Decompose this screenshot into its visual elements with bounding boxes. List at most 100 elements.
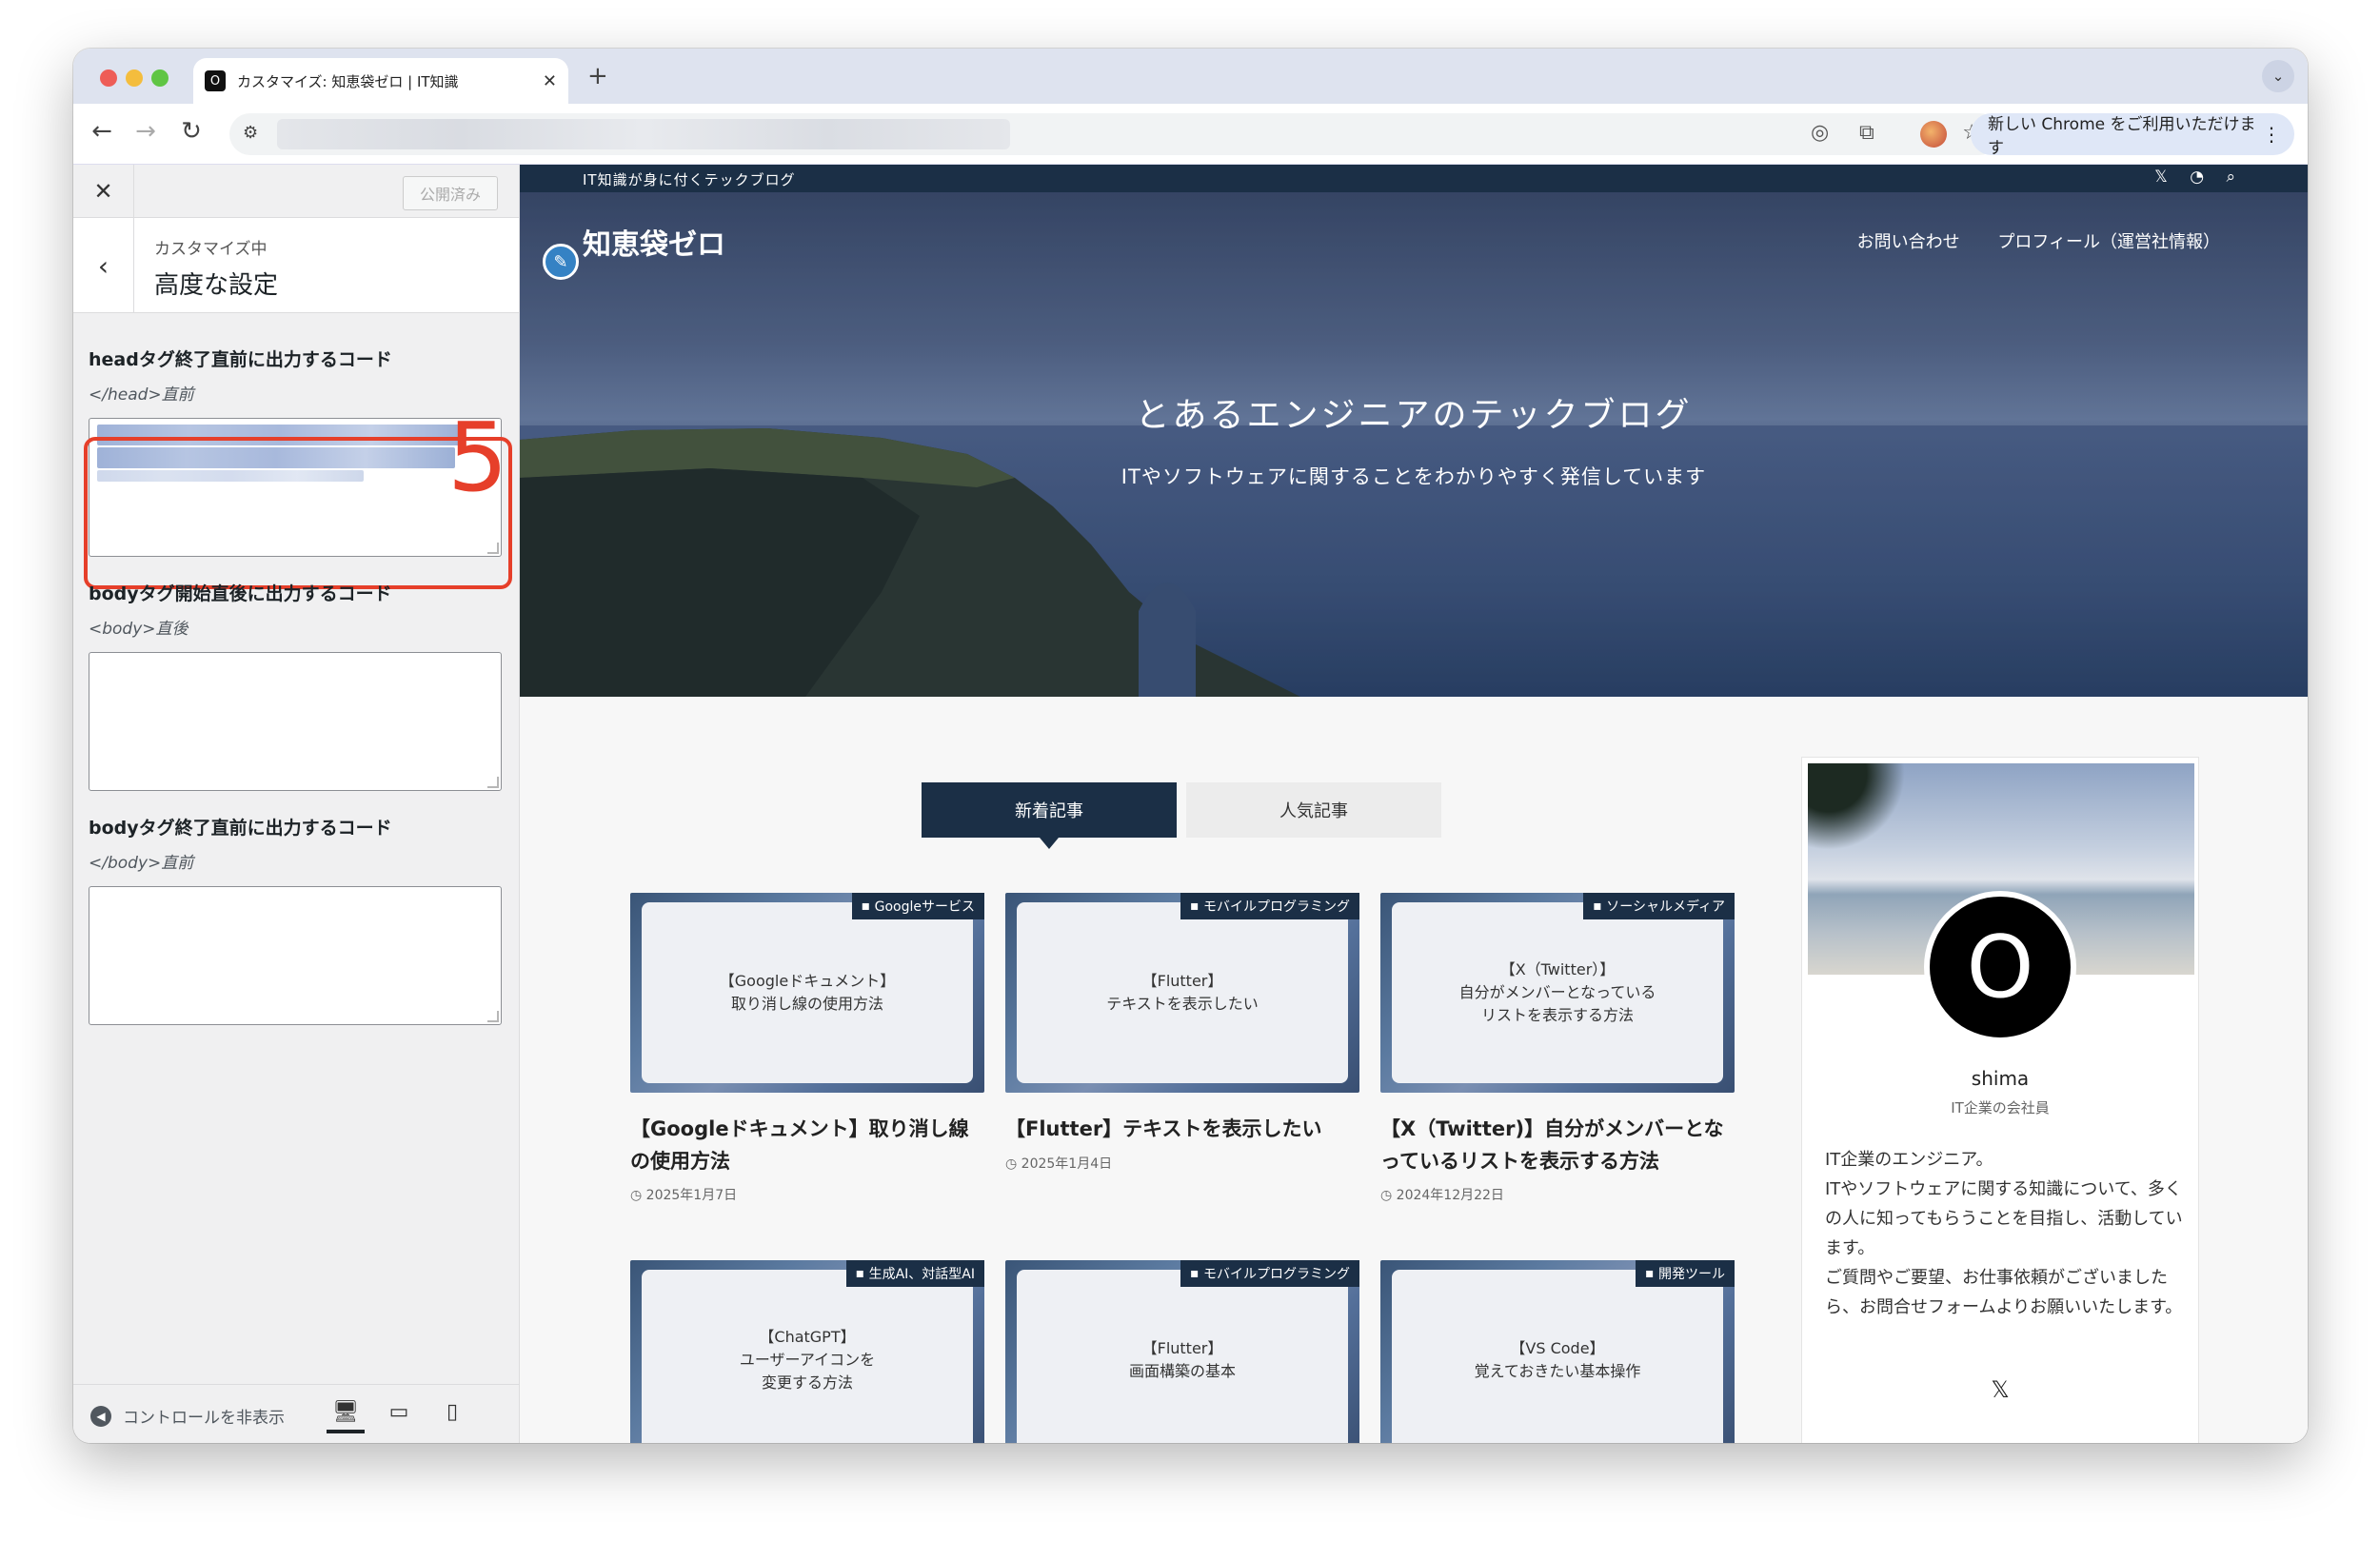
category-badge: ▪ モバイルプログラミング xyxy=(1180,893,1359,919)
thumbnail-text: 【Googleドキュメント】 取り消し線の使用方法 xyxy=(642,902,973,1083)
published-button[interactable]: 公開済み xyxy=(403,176,498,210)
mobile-preview-icon[interactable]: ▯ xyxy=(433,1400,471,1424)
hide-controls-label: コントロールを非表示 xyxy=(123,1409,285,1428)
thumbnail-text: 【VS Code】 覚えておきたい基本操作 xyxy=(1392,1270,1723,1443)
tab-new-articles[interactable]: 新着記事 xyxy=(922,782,1177,849)
window-zoom-button[interactable] xyxy=(151,69,169,87)
category-badge: ▪ ソーシャルメディア xyxy=(1583,893,1735,919)
control-body-close-code: bodyタグ終了直前に出力するコード </body>直前 xyxy=(89,814,504,1025)
nav-item-contact[interactable]: お問い合わせ xyxy=(1857,232,1960,252)
palm-tree-image xyxy=(1808,763,1913,868)
article-card[interactable]: 【Flutter】 テキストを表示したい ▪ モバイルプログラミング 【Flut… xyxy=(1005,893,1359,1173)
date-label: 2024年12月22日 xyxy=(1396,1188,1504,1204)
hide-controls-button[interactable]: ◀ コントロールを非表示 xyxy=(90,1404,285,1428)
article-thumbnail[interactable]: 【VS Code】 覚えておきたい基本操作 ▪ 開発ツール xyxy=(1380,1260,1735,1443)
thumbnail-text: 【ChatGPT】 ユーザーアイコンを 変更する方法 xyxy=(642,1270,973,1443)
x-social-icon[interactable]: 𝕏 xyxy=(1802,1376,2198,1403)
tab-strip: O カスタマイズ: 知恵袋ゼロ | IT知識 ✕ + ⌄ xyxy=(73,49,2308,104)
article-card[interactable]: 【VS Code】 覚えておきたい基本操作 ▪ 開発ツール xyxy=(1380,1260,1735,1443)
article-thumbnail[interactable]: 【Googleドキュメント】 取り消し線の使用方法 ▪ Googleサービス xyxy=(630,893,984,1093)
body-open-code-textarea[interactable] xyxy=(89,652,502,791)
tab-title: カスタマイズ: 知恵袋ゼロ | IT知識 xyxy=(237,72,459,90)
profile-widget: O shima IT企業の会社員 IT企業のエンジニア。 ITやソフトウェアに関… xyxy=(1801,757,2199,1443)
window-close-button[interactable] xyxy=(100,69,117,87)
tab-close-icon[interactable]: ✕ xyxy=(543,71,557,91)
category-label: Googleサービス xyxy=(874,899,975,915)
date-label: 2025年1月7日 xyxy=(645,1188,738,1204)
menu-dots-icon[interactable]: ⋮ xyxy=(2262,123,2281,146)
browser-tab-active[interactable]: O カスタマイズ: 知恵袋ゼロ | IT知識 ✕ xyxy=(193,58,568,104)
address-bar[interactable]: ⚙ ☆ xyxy=(229,113,2000,155)
category-badge: ▪ 生成AI、対話型AI xyxy=(845,1260,984,1287)
article-date: ◷ 2025年1月7日 xyxy=(630,1188,738,1204)
customizer-footer: ◀ コントロールを非表示 🖥 ▭ ▯ xyxy=(73,1384,519,1443)
control-label: bodyタグ開始直後に出力するコード xyxy=(89,583,392,604)
tablet-preview-icon[interactable]: ▭ xyxy=(380,1400,418,1424)
browser-window: O カスタマイズ: 知恵袋ゼロ | IT知識 ✕ + ⌄ ← → ↻ ⚙ ☆ ◎… xyxy=(73,49,2308,1443)
thumbnail-text: 【Flutter】 画面構築の基本 xyxy=(1017,1270,1348,1443)
search-icon[interactable]: ⌕ xyxy=(2226,168,2235,187)
thumbnail-text: 【X（Twitter）】 自分がメンバーとなっている リストを表示する方法 xyxy=(1392,902,1723,1083)
article-thumbnail[interactable]: 【ChatGPT】 ユーザーアイコンを 変更する方法 ▪ 生成AI、対話型AI xyxy=(630,1260,984,1443)
hero-title: とあるエンジニアのテックブログ xyxy=(1135,396,1693,435)
tab-search-chevron-icon[interactable]: ⌄ xyxy=(2262,60,2294,92)
article-thumbnail[interactable]: 【Flutter】 テキストを表示したい ▪ モバイルプログラミング xyxy=(1005,893,1359,1093)
tab-popular-articles[interactable]: 人気記事 xyxy=(1186,782,1441,838)
url-blurred xyxy=(277,119,1010,149)
article-card[interactable]: 【Googleドキュメント】 取り消し線の使用方法 ▪ Googleサービス 【… xyxy=(630,893,984,1204)
back-chevron-icon[interactable]: ‹ xyxy=(73,218,134,313)
desktop-preview-icon[interactable]: 🖥 xyxy=(327,1400,365,1433)
site-settings-icon[interactable]: ⚙ xyxy=(243,123,258,143)
control-description: </head>直前 xyxy=(89,385,194,405)
profile-avatar: O xyxy=(1924,891,2076,1043)
nav-item-profile[interactable]: プロフィール（運営社情報） xyxy=(1997,232,2220,252)
forward-arrow-icon[interactable]: → xyxy=(129,117,163,146)
chrome-update-button[interactable]: 新しい Chrome をご利用いただけます ⋮ xyxy=(1971,113,2294,158)
reload-icon[interactable]: ↻ xyxy=(174,117,208,146)
article-card[interactable]: 【ChatGPT】 ユーザーアイコンを 変更する方法 ▪ 生成AI、対話型AI xyxy=(630,1260,984,1443)
browser-toolbar: ← → ↻ ⚙ ☆ ◎ ⧉ 新しい Chrome をご利用いただけます ⋮ xyxy=(73,104,2308,165)
profile-bio: IT企業のエンジニア。 ITやソフトウェアに関する知識について、多くの人に知って… xyxy=(1825,1150,2183,1317)
article-date: ◷ 2024年12月22日 xyxy=(1380,1188,1504,1204)
article-title[interactable]: 【Googleドキュメント】取り消し線の使用方法 xyxy=(630,1114,984,1177)
site-topbar: IT知識が身に付くテックブログ 𝕏 ◔ ⌕ xyxy=(520,165,2308,192)
site-preview: IT知識が身に付くテックブログ 𝕏 ◔ ⌕ ✎ 知恵袋ゼロ お問い合わせ プロフ… xyxy=(520,165,2308,1443)
collapse-arrow-icon: ◀ xyxy=(90,1405,111,1427)
article-thumbnail[interactable]: 【Flutter】 画面構築の基本 ▪ モバイルプログラミング xyxy=(1005,1260,1359,1443)
thumbnail-text: 【Flutter】 テキストを表示したい xyxy=(1017,902,1348,1083)
hero-banner: ✎ 知恵袋ゼロ お問い合わせ プロフィール（運営社情報） とあるエンジニアのテッ… xyxy=(520,192,2308,697)
article-card[interactable]: 【X（Twitter）】 自分がメンバーとなっている リストを表示する方法 ▪ … xyxy=(1380,893,1735,1204)
hero-overlay xyxy=(520,192,2308,697)
site-logo[interactable]: 知恵袋ゼロ xyxy=(583,221,725,263)
new-tab-button[interactable]: + xyxy=(587,62,608,90)
edit-shortcut-pencil-icon[interactable]: ✎ xyxy=(543,244,579,280)
category-label: 生成AI、対話型AI xyxy=(868,1267,975,1282)
body-close-code-textarea[interactable] xyxy=(89,886,502,1025)
profile-avatar-icon[interactable] xyxy=(1920,121,1947,148)
article-card[interactable]: 【Flutter】 画面構築の基本 ▪ モバイルプログラミング xyxy=(1005,1260,1359,1443)
article-title[interactable]: 【Flutter】テキストを表示したい xyxy=(1005,1114,1359,1146)
article-title[interactable]: 【X（Twitter)】自分がメンバーとなっているリストを表示する方法 xyxy=(1380,1114,1735,1177)
back-arrow-icon[interactable]: ← xyxy=(85,117,119,146)
control-description: <body>直後 xyxy=(89,620,188,639)
category-badge: ▪ モバイルプログラミング xyxy=(1180,1260,1359,1287)
category-label: モバイルプログラミング xyxy=(1203,899,1350,915)
control-body-open-code: bodyタグ開始直後に出力するコード <body>直後 xyxy=(89,580,504,791)
site-nav: お問い合わせ プロフィール（運営社情報） xyxy=(1825,228,2220,253)
section-title: 高度な設定 xyxy=(154,271,279,300)
customizer-close-icon[interactable]: ✕ xyxy=(73,165,134,218)
profile-name: shima xyxy=(1971,1067,2030,1090)
customizer-panel: ✕ 公開済み ‹ カスタマイズ中 高度な設定 headタグ終了直前に出力するコー… xyxy=(73,165,520,1443)
extensions-puzzle-icon[interactable]: ⧉ xyxy=(1859,121,1874,145)
rss-icon[interactable]: ◔ xyxy=(2190,168,2204,187)
section-subtitle: カスタマイズ中 xyxy=(154,240,268,259)
google-lens-icon[interactable]: ◎ xyxy=(1811,121,1829,145)
step-number-annotation: 5 xyxy=(447,402,508,513)
x-social-icon[interactable]: 𝕏 xyxy=(2154,168,2168,187)
section-header: ‹ カスタマイズ中 高度な設定 xyxy=(73,218,519,313)
content-area: 新着記事 人気記事 【Googleドキュメント】 取り消し線の使用方法 ▪ Go… xyxy=(520,697,2308,1443)
article-thumbnail[interactable]: 【X（Twitter）】 自分がメンバーとなっている リストを表示する方法 ▪ … xyxy=(1380,893,1735,1093)
chrome-update-label: 新しい Chrome をご利用いただけます xyxy=(1988,115,2256,158)
article-date: ◷ 2025年1月4日 xyxy=(1005,1156,1113,1172)
window-minimize-button[interactable] xyxy=(126,69,143,87)
